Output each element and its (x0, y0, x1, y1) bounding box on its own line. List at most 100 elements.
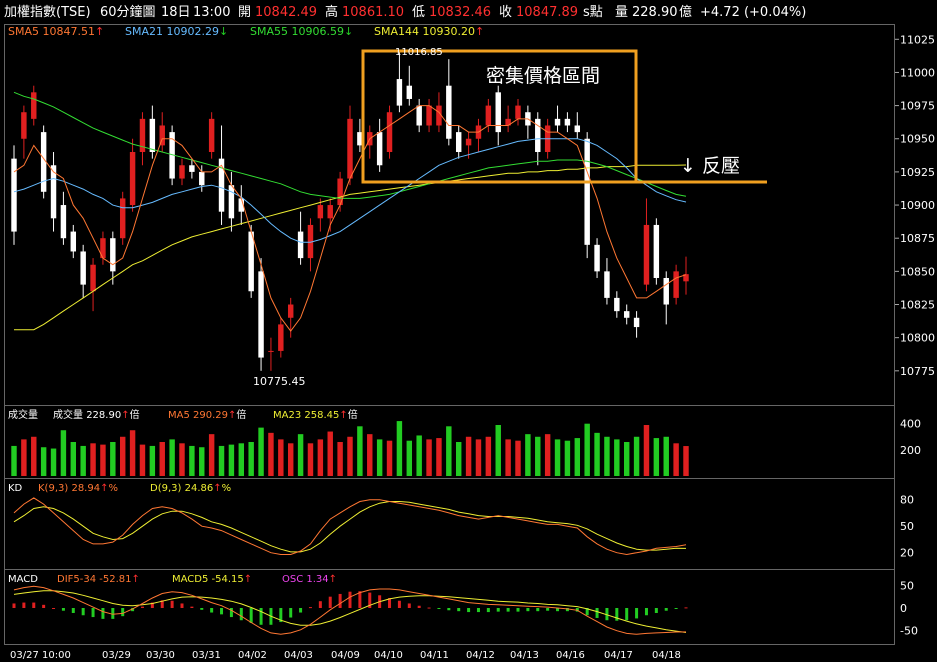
candle-body (347, 118, 353, 179)
volume-bar (228, 444, 235, 476)
osc-bar (190, 606, 194, 608)
candle-body (11, 158, 17, 232)
volume-bar (50, 448, 57, 476)
x-tick-label: 04/11 (420, 650, 449, 661)
osc-bar (417, 605, 421, 608)
high-mark-label: 11016.85 (395, 47, 443, 58)
volume-bar (515, 440, 521, 476)
candle-body (406, 85, 413, 99)
macd-axis: 50 0 -50 (900, 579, 918, 637)
volume-bar (110, 442, 116, 476)
volume-bar (406, 440, 413, 476)
volume-bar (475, 439, 482, 476)
close-value: 10847.89 (516, 5, 578, 20)
volume-bar (337, 442, 343, 476)
volume-bar (347, 436, 353, 476)
osc-bar (467, 608, 471, 613)
volume-bar (208, 434, 215, 476)
osc-bar (259, 608, 263, 625)
volume-bar (218, 445, 225, 476)
change-value: +4.72 (+0.04%) (700, 5, 806, 20)
candle-body (515, 105, 521, 119)
candle-body (208, 118, 215, 153)
volume-bar (199, 447, 205, 476)
candle-body (495, 92, 501, 133)
volume-bar (525, 434, 531, 476)
low-value: 10832.46 (429, 5, 491, 20)
k-legend: K(9,3) 28.94↑% (38, 483, 118, 494)
low-mark-label: 10775.45 (253, 375, 306, 388)
volume-bar (614, 439, 620, 476)
candle-body (31, 92, 37, 119)
candle-body (485, 105, 492, 126)
volume-bar (554, 439, 561, 476)
macd-series (12, 585, 688, 635)
candle-body (199, 171, 205, 186)
candle-body (455, 132, 462, 153)
macd-panel-name: MACD (8, 574, 38, 585)
osc-bar (12, 603, 16, 608)
volume-bar (307, 443, 314, 476)
volume-bar (367, 434, 373, 476)
candle-body (633, 317, 640, 328)
candle-body (70, 231, 77, 252)
osc-bar (516, 608, 520, 612)
volume-bar (604, 436, 610, 476)
price-tick-label: 10950 (900, 133, 935, 146)
candle-body (21, 112, 27, 139)
candle-body (594, 244, 600, 272)
osc-bar (220, 608, 224, 615)
osc-bar (111, 608, 115, 619)
price-tick-label: 10875 (900, 232, 935, 245)
candle-body (189, 165, 195, 172)
period-label: 60分鐘圖 (100, 4, 156, 20)
volume-bar (11, 445, 17, 476)
osc-bar (437, 608, 441, 609)
osc-bar (101, 608, 105, 619)
volume-ma5-legend: MA5 290.29↑倍 (168, 408, 246, 421)
osc-bar (635, 608, 639, 619)
volume-panel-name: 成交量 (8, 408, 38, 421)
volume-axis: 200 400 (900, 418, 921, 457)
volume-bar (673, 443, 679, 476)
x-tick-label: 04/18 (652, 650, 681, 661)
volume-unit: 億 (679, 4, 692, 20)
candle-body (673, 271, 679, 298)
osc-bar (654, 608, 658, 613)
macd-tick-label: 0 (900, 602, 907, 615)
osc-bar (180, 603, 184, 608)
volume-bar (70, 442, 77, 476)
osc-bar (625, 608, 629, 621)
x-tick-label: 04/17 (604, 650, 633, 661)
kd-axis: 20 50 80 (900, 494, 914, 560)
volume-bar (238, 443, 245, 476)
volume-bar (544, 434, 551, 476)
candlestick-series (11, 49, 689, 371)
volume-bar (31, 436, 37, 476)
candle-body (574, 125, 581, 133)
volume-bar (396, 421, 403, 476)
volume-bar (248, 442, 254, 476)
candle-body (327, 205, 333, 219)
osc-bar (684, 607, 688, 609)
price-tick-label: 11000 (900, 66, 935, 79)
open-value: 10842.49 (255, 5, 317, 20)
price-axis: 10775 10800 10825 10850 10875 10900 10925 10950… (895, 33, 935, 378)
high-value: 10861.10 (342, 5, 404, 20)
volume-bar (357, 426, 363, 476)
sma55-legend: SMA55 10906.59↓ (250, 25, 353, 38)
volume-legend: 成交量 成交量 228.90↑倍 MA5 290.29↑倍 MA23 258.4… (8, 408, 358, 421)
candle-body (564, 118, 571, 126)
osc-bar (407, 603, 411, 608)
open-label: 開 (238, 5, 251, 20)
chart-title: 加權指數(TSE) (4, 5, 91, 20)
candle-body (228, 185, 235, 219)
sma144-legend: SMA144 10930.20↑ (374, 25, 484, 38)
candle-body (446, 85, 452, 139)
macd5-legend: MACD5 -54.15↑ (172, 574, 252, 585)
osc-bar (71, 608, 75, 613)
osc-bar (328, 596, 332, 608)
volume-bar (258, 427, 264, 476)
osc-bar (348, 591, 352, 608)
x-tick-label: 03/31 (192, 650, 221, 661)
